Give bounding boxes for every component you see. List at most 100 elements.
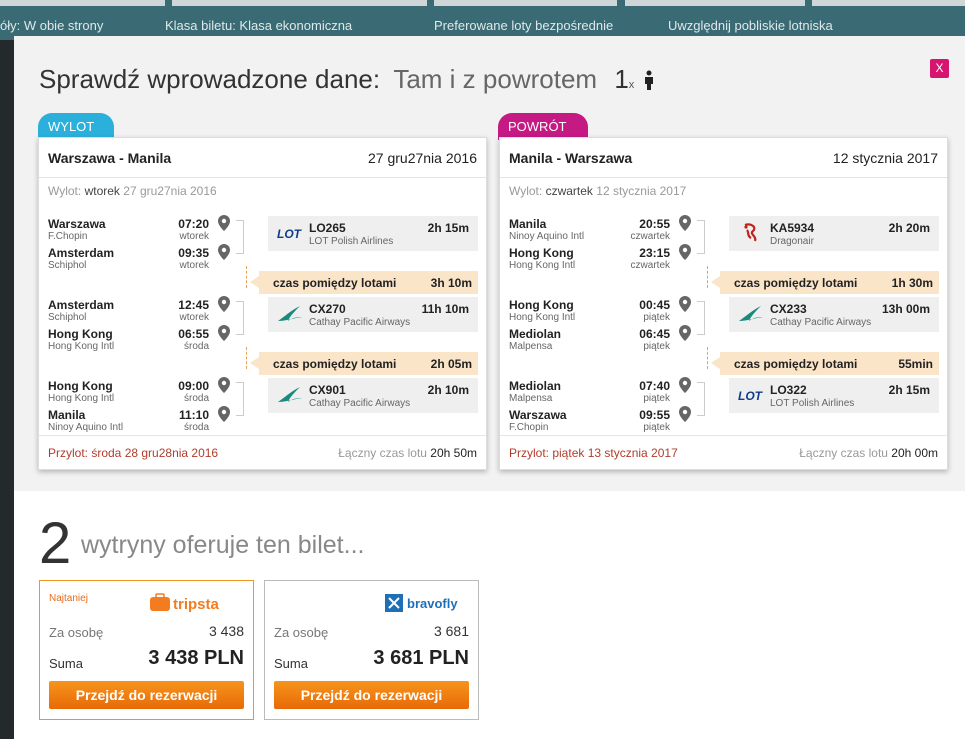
outbound-route: Warszawa - Manila [48,150,172,166]
close-button[interactable]: X [930,59,949,78]
flight-info: LOT LO265 2h 15m LOT Polish Airlines [268,216,478,251]
to-time: 09:55 [639,408,670,422]
connection-label: czas pomiędzy lotami [273,276,397,290]
connection-line [246,347,247,369]
outbound-header: Warszawa - Manila 27 gru27nia 2016 [39,138,486,178]
tripsta-logo-icon[interactable]: tripsta [149,591,239,615]
to-day: piątek [643,422,670,433]
to-day: środa [183,422,209,433]
flight-duration: 11h 10m [421,302,469,316]
outbound-tag: WYLOT [38,113,114,140]
return-departure: Wylot: czwartek 12 stycznia 2017 [509,184,686,198]
svg-text:LOT: LOT [738,389,764,403]
airline-name: LOT Polish Airlines [770,398,855,409]
connection-time: czas pomiędzy lotami 3h 10m [250,271,478,294]
airline-name: Cathay Pacific Airways [309,398,411,409]
flight-info: CX901 2h 10m Cathay Pacific Airways [268,378,478,413]
to-airport: Hong Kong Intl [48,341,115,352]
from-airport: Malpensa [509,393,553,404]
location-pin-icon [679,244,691,260]
location-pin-icon [218,325,230,341]
background-tab [172,0,427,6]
outbound-card: Warszawa - Manila 27 gru27nia 2016 Wylot… [38,137,487,470]
svg-text:LOT: LOT [277,227,303,241]
bravofly-logo-icon[interactable]: bravofly [384,591,464,615]
person-icon [644,66,654,97]
lot-logo-icon: LOT [277,227,303,241]
leg-bracket [697,382,705,416]
flight-number: CX270 [309,302,346,316]
flight-info: CX233 13h 00m Cathay Pacific Airways [729,297,939,332]
flight-number: CX901 [309,383,346,397]
location-pin-icon [679,377,691,393]
background-nearby-airports: Uwzględnij pobliskie lotniska [668,18,833,33]
return-tag: POWRÓT [498,113,588,140]
flight-info: CX270 11h 10m Cathay Pacific Airways [268,297,478,332]
from-day: wtorek [179,231,209,242]
flight-duration: 2h 15m [888,383,930,397]
book-button[interactable]: Przejdź do rezerwacji [49,681,244,709]
connection-label: czas pomiędzy lotami [273,357,397,371]
return-header: Manila - Warszawa 12 stycznia 2017 [500,138,947,178]
modal-title: Sprawdź wprowadzone dane: Tam i z powrot… [39,64,654,97]
from-airport: Hong Kong Intl [48,393,115,404]
background-sidebar [0,40,14,739]
to-city: Hong Kong [48,327,113,341]
flight-number: LO322 [770,383,807,397]
flight-leg: Hong Kong Hong Kong Intl 00:45 piątek Me… [500,295,947,353]
to-time: 09:35 [178,246,209,260]
offer-count-text: wytryny oferuje ten bilet... [81,531,365,559]
outbound-departure: Wylot: wtorek 27 gru27nia 2016 [48,184,217,198]
connection-line [246,266,247,288]
arrival-info: Przylot: piątek 13 stycznia 2017 [509,446,678,460]
from-time: 00:45 [639,298,670,312]
connection-time: czas pomiędzy lotami 55min [711,352,939,375]
flight-leg: Hong Kong Hong Kong Intl 09:00 środa Man… [39,376,486,434]
modal-title-text: Sprawdź wprowadzone dane: [39,64,381,94]
to-airport: Schiphol [48,260,87,271]
sum-label: Suma [274,656,308,671]
cathay-pacific-logo-icon [739,306,763,321]
to-day: piątek [643,341,670,352]
to-time: 23:15 [639,246,670,260]
return-date: 12 stycznia 2017 [832,150,938,166]
from-day: czwartek [630,231,670,242]
to-airport: F.Chopin [509,422,549,433]
from-day: piątek [643,312,670,323]
to-airport: Hong Kong Intl [509,260,576,271]
to-city: Warszawa [509,408,567,422]
cheapest-badge: Najtaniej [49,593,88,604]
background-tab [625,0,805,6]
leg-bracket [236,301,244,335]
to-day: środa [183,341,209,352]
connection-time: czas pomiędzy lotami 1h 30m [711,271,939,294]
flight-number: KA5934 [770,221,815,235]
background-trip-type: óły: W obie strony [0,18,104,33]
book-button[interactable]: Przejdź do rezerwacji [274,681,469,709]
from-city: Warszawa [48,217,106,231]
airline-name: LOT Polish Airlines [309,236,394,247]
outbound-date: 27 gru27nia 2016 [368,150,477,166]
flight-duration: 13h 00m [881,302,930,316]
to-day: czwartek [630,260,670,271]
from-day: piątek [643,393,670,404]
to-time: 06:45 [639,327,670,341]
from-city: Hong Kong [48,379,113,393]
from-airport: Ninoy Aquino Intl [509,231,585,242]
flight-leg: Manila Ninoy Aquino Intl 20:55 czwartek … [500,214,947,272]
connection-duration: 3h 10m [430,276,472,290]
to-city: Hong Kong [509,246,574,260]
departure-label: Wylot: [48,184,82,198]
location-pin-icon [218,296,230,312]
connection-duration: 55min [898,357,933,371]
location-pin-icon [679,296,691,312]
per-person-price: 3 438 [208,623,244,639]
sum-label: Suma [49,656,83,671]
from-airport: F.Chopin [48,231,88,242]
bravofly-logo-text: bravofly [407,596,458,611]
return-route: Manila - Warszawa [509,150,633,166]
flight-duration: 2h 20m [888,221,930,235]
arrival-info: Przylot: środa 28 gru28nia 2016 [48,446,219,460]
from-day: środa [183,393,209,404]
to-time: 06:55 [178,327,209,341]
